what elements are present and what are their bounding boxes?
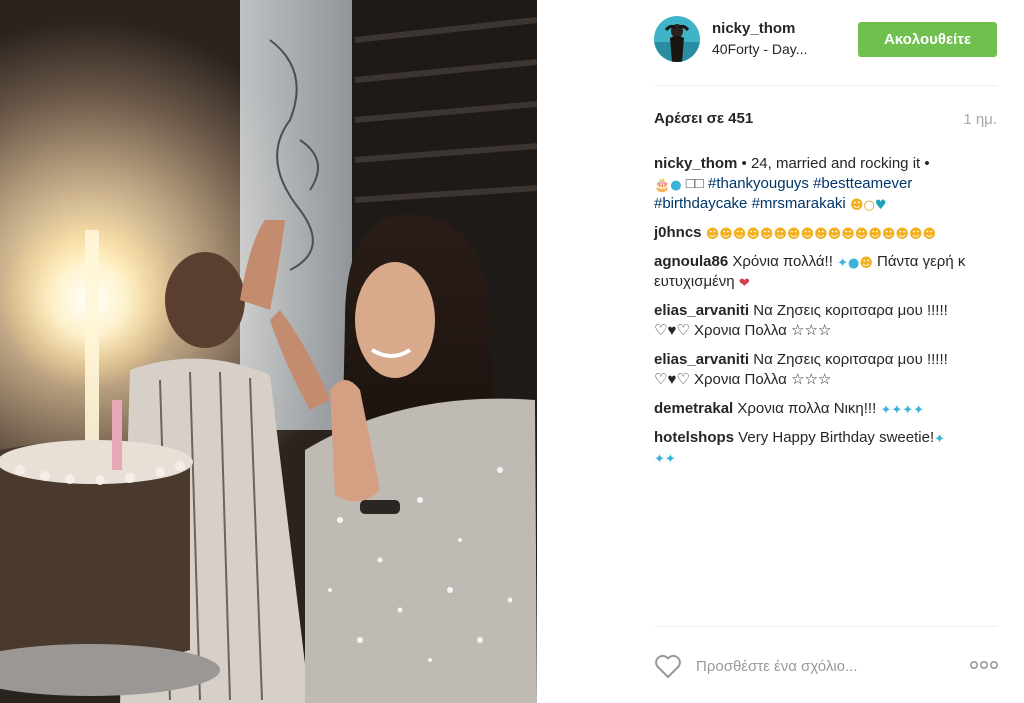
hashtag-link[interactable]: #bestteamever (813, 175, 912, 192)
comment-item: hotelshops Very Happy Birthday sweetie!✦… (654, 428, 999, 468)
confetti-emoji-row-icon: ✦✦ (654, 452, 676, 467)
comment-item: elias_arvaniti Να Ζησεις κοριτσαρα μου !… (654, 301, 999, 341)
balloon-emoji-icon: ● (670, 178, 682, 193)
comment-text: Να Ζησεις κοριτσαρα μου !!!!! (749, 351, 948, 368)
birthday-photo-image (0, 0, 537, 703)
hashtag-link[interactable]: #birthdaycake (654, 195, 747, 212)
comment-text-line-2: ♡♥♡ Χρονια Πολλα ☆☆☆ (654, 371, 832, 388)
comment-item: elias_arvaniti Να Ζησεις κοριτσαρα μου !… (654, 350, 999, 390)
comment-username[interactable]: agnoula86 (654, 253, 728, 270)
confetti-emoji-icon: ✦ (837, 256, 848, 271)
comment-username[interactable]: elias_arvaniti (654, 302, 749, 319)
hearts-emoji-icon: ❤ (738, 276, 750, 291)
comment-item: demetrakal Χρονια πολλα Νικη!!! ✦✦✦✦ (654, 399, 999, 419)
hashtag-link[interactable]: #thankyouguys (708, 175, 809, 192)
ring-emoji-icon: ○ (863, 198, 875, 213)
add-comment-bar (654, 640, 999, 690)
comment-text-line-2: ♡♥♡ Χρονια Πολλα ☆☆☆ (654, 322, 832, 339)
confetti-emoji-icon: ✦ (934, 432, 946, 447)
post-details-panel: nicky_thom 40Forty - Day... Ακολουθείτε … (537, 0, 1024, 703)
avatar[interactable] (654, 16, 700, 62)
comment-text: Very Happy Birthday sweetie! (734, 429, 935, 446)
avatar-image (654, 16, 700, 62)
smiley-emoji-row-icon: ☻☻☻☻☻☻☻☻☻☻☻☻☻☻☻☻☻ (705, 227, 937, 242)
confetti-emoji-row-icon: ✦✦✦✦ (880, 403, 925, 418)
more-options-icon[interactable] (969, 660, 999, 670)
smile-emoji-icon: ☻ (859, 256, 873, 271)
comment-text: Χρόνια πολλά!! (728, 253, 833, 270)
post-header: nicky_thom 40Forty - Day... Ακολουθείτε (537, 0, 1024, 80)
comment-item: agnoula86 Χρόνια πολλά!! ✦●☻ Πάντα γερή … (654, 252, 999, 292)
comment-text: Να Ζησεις κοριτσαρα μου !!!!! (749, 302, 948, 319)
grin-emoji-icon: ☻ (849, 198, 864, 213)
caption: nicky_thom • 24, married and rocking it … (654, 154, 999, 214)
caption-box-glyphs: □□ (685, 175, 704, 192)
comment-username[interactable]: nicky_thom (654, 155, 737, 172)
post-photo[interactable] (0, 0, 537, 703)
following-button[interactable]: Ακολουθείτε (858, 22, 997, 57)
comments-list: nicky_thom • 24, married and rocking it … (654, 154, 999, 477)
instagram-post: nicky_thom 40Forty - Day... Ακολουθείτε … (0, 0, 1024, 703)
cake-emoji-icon: 🎂 (654, 178, 671, 193)
heart-outline-icon[interactable] (654, 653, 682, 679)
hashtag-link[interactable]: #mrsmarakaki (752, 195, 846, 212)
heart-emoji-icon: ♥ (874, 198, 887, 213)
header-location[interactable]: 40Forty - Day... (712, 41, 807, 57)
comment-username[interactable]: elias_arvaniti (654, 351, 749, 368)
comment-item: j0hncs ☻☻☻☻☻☻☻☻☻☻☻☻☻☻☻☻☻ (654, 223, 999, 243)
header-username[interactable]: nicky_thom (712, 20, 795, 37)
comment-username[interactable]: j0hncs (654, 224, 702, 241)
comment-text: Χρονια πολλα Νικη!!! (733, 400, 877, 417)
comment-username[interactable]: hotelshops (654, 429, 734, 446)
comment-username[interactable]: demetrakal (654, 400, 733, 417)
add-comment-input[interactable] (696, 654, 946, 678)
balloon-emoji-icon: ● (847, 256, 860, 271)
divider (654, 626, 997, 627)
post-timestamp[interactable]: 1 ημ. (963, 111, 997, 128)
divider (654, 85, 997, 86)
caption-text: • 24, married and rocking it • (737, 155, 930, 172)
likes-count[interactable]: Αρέσει σε 451 (654, 110, 753, 127)
